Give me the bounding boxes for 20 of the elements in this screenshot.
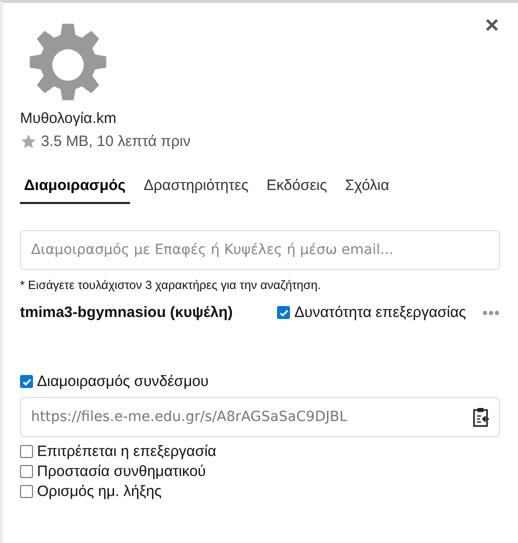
clipboard-icon[interactable] [472,407,490,427]
more-icon[interactable] [482,310,500,316]
tab[interactable]: Δραστηριότητες [140,177,252,204]
link-option-checkbox[interactable]: Επιτρέπεται η επεξεργασία [20,443,500,460]
tab[interactable]: Σχόλια [340,177,394,204]
share-link-checkbox[interactable]: Διαμοιρασμός συνδέσμου [20,373,500,390]
link-option-checkbox[interactable]: Προστασία συνθηματικού [20,463,500,480]
search-hint: * Εισάγετε τουλάχιστον 3 χαρακτήρες για την αναζήτηση. [20,278,322,292]
edit-permission-checkbox[interactable]: Δυνατότητα επεξεργασίας [277,304,466,321]
checkmark-icon [22,376,32,386]
link-field[interactable]: https://files.e-me.edu.gr/s/A8rAGSaSaC9DJBL [20,397,500,437]
file-name: Μυθολογία.km [20,110,118,127]
tab[interactable]: Διαμοιρασμός [20,177,130,204]
star-icon[interactable] [20,133,37,150]
link-option-checkbox[interactable]: Ορισμός ημ. λήξης [20,483,500,500]
tab[interactable]: Εκδόσεις [262,177,331,204]
checkmark-icon [278,308,289,318]
share-search-field[interactable]: Διαμοιρασμός με Επαφές ή Κυψέλες ή μέσω email... [20,230,500,270]
file-meta: 3.5 MB, 10 λεπτά πριν [41,133,191,150]
share-recipient: tmima3-bgymnasiou (κυψέλη) [20,304,234,321]
